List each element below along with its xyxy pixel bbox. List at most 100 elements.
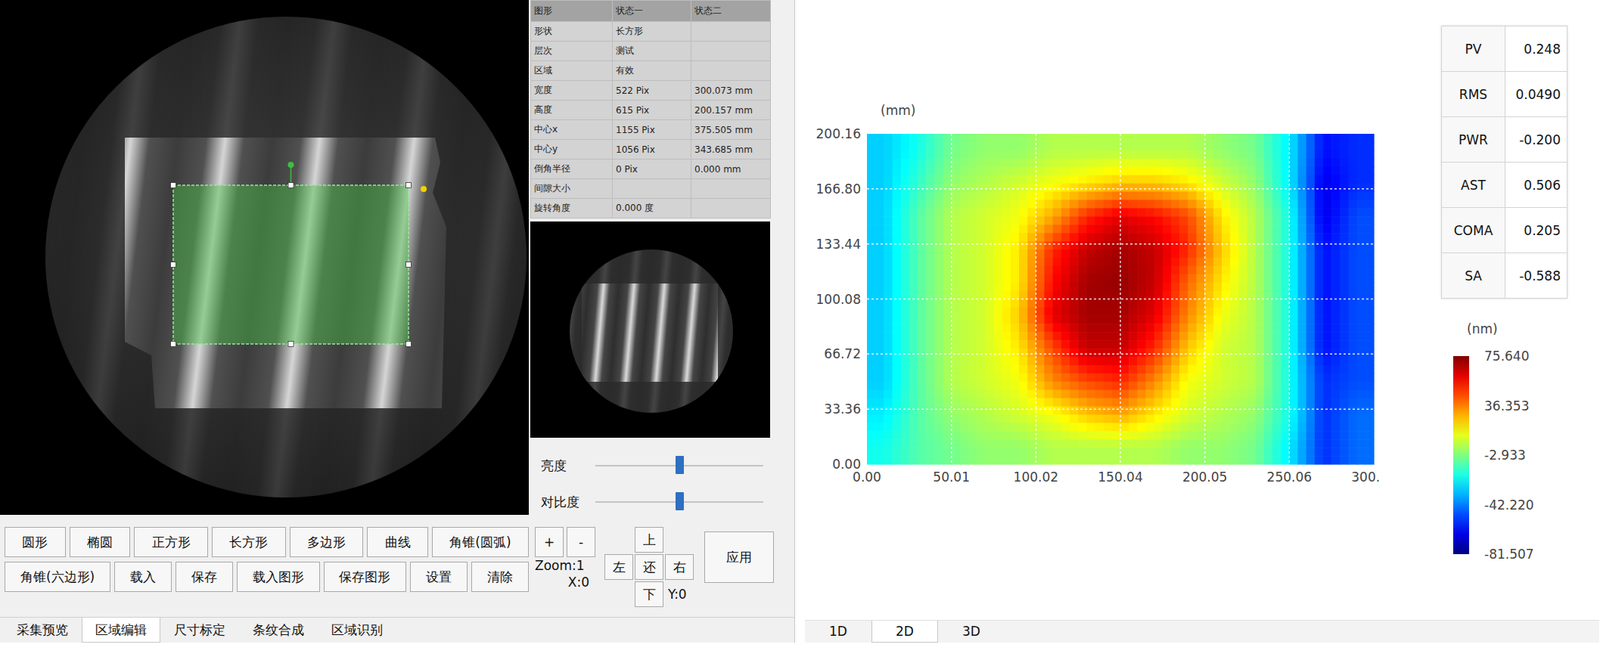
reset-button[interactable]: 还 <box>634 554 664 581</box>
tool-button[interactable]: 设置 <box>410 562 468 593</box>
resize-handle[interactable] <box>406 262 412 268</box>
tool-button[interactable]: 圆形 <box>4 527 66 558</box>
heatmap-cell <box>1120 365 1130 375</box>
side-panel: 图形状态一状态二形状长方形层次测试区域有效宽度522 Pix300.073 mm… <box>530 0 771 516</box>
heatmap-cell <box>1298 175 1308 185</box>
down-button[interactable]: 下 <box>634 581 664 608</box>
tool-button[interactable]: 载入 <box>114 562 172 593</box>
heatmap-cell <box>1348 241 1358 251</box>
right-button[interactable]: 右 <box>664 554 694 581</box>
resize-handle[interactable] <box>170 262 177 268</box>
heatmap-cell <box>1162 382 1172 392</box>
resize-handle[interactable] <box>170 341 177 348</box>
heatmap-cell <box>1053 282 1063 293</box>
tab[interactable]: 采集预览 <box>3 618 82 644</box>
heatmap-cell <box>1247 175 1257 185</box>
heatmap-cell <box>875 382 885 392</box>
heatmap-cell <box>1128 348 1138 358</box>
heatmap-cell <box>1137 142 1147 152</box>
resize-handle[interactable] <box>406 183 412 189</box>
heatmap-cell <box>1162 183 1172 193</box>
table-row[interactable]: 宽度522 Pix300.073 mm <box>531 80 771 101</box>
heatmap-cell <box>1264 332 1274 342</box>
slider-track[interactable] <box>595 465 764 467</box>
table-row[interactable]: 间隙大小 <box>531 179 771 199</box>
heatmap-cell <box>892 390 902 400</box>
table-row[interactable]: 形状长方形 <box>531 21 771 42</box>
tool-button[interactable]: 多边形 <box>289 527 364 558</box>
heatmap-cell <box>1128 216 1138 226</box>
heatmap-cell <box>1010 208 1020 218</box>
table-row[interactable]: 中心y1056 Pix343.685 mm <box>531 139 771 160</box>
table-row[interactable]: 区域有效 <box>531 61 771 81</box>
heatmap-cell <box>1112 241 1122 251</box>
zoom-out-button[interactable]: - <box>566 527 596 558</box>
heatmap-cell <box>1044 249 1054 259</box>
tool-button[interactable]: 载入图形 <box>236 562 320 593</box>
heatmap-cell <box>994 249 1004 259</box>
tool-button[interactable]: 角锥(六边形) <box>4 562 111 593</box>
zoom-in-button[interactable]: + <box>534 527 564 558</box>
apply-button[interactable]: 应用 <box>704 531 774 584</box>
anchor-dot[interactable] <box>420 186 427 193</box>
heatmap-cell <box>1120 299 1130 309</box>
heatmap-cell <box>1331 299 1341 309</box>
table-row[interactable]: 层次测试 <box>531 41 771 62</box>
heatmap-cell <box>1187 291 1197 301</box>
table-row[interactable]: 高度615 Pix200.157 mm <box>531 100 771 121</box>
heatmap-cell <box>1213 382 1223 392</box>
tool-button[interactable]: 曲线 <box>366 527 429 558</box>
heatmap-cell <box>1331 183 1341 193</box>
tool-button[interactable]: 保存 <box>175 562 234 593</box>
slider-thumb[interactable] <box>675 492 684 511</box>
resize-handle[interactable] <box>406 341 412 348</box>
heatmap-cell <box>968 282 978 293</box>
table-row[interactable]: 倒角半径0 Pix0.000 mm <box>531 159 771 180</box>
table-cell: 旋转角度 <box>531 198 613 219</box>
heatmap-cell <box>951 233 961 243</box>
heatmap-cell <box>1112 291 1122 301</box>
resize-handle[interactable] <box>288 341 294 348</box>
tool-button[interactable]: 正方形 <box>133 527 209 558</box>
heatmap-cell <box>1061 150 1071 160</box>
tool-button[interactable]: 长方形 <box>211 527 286 558</box>
table-row[interactable]: 中心x1155 Pix375.505 mm <box>531 120 771 140</box>
tab[interactable]: 尺寸标定 <box>160 618 240 644</box>
slider-track[interactable] <box>595 501 764 504</box>
heatmap-cell <box>1213 158 1223 168</box>
fringe-image[interactable] <box>0 0 529 516</box>
resize-handle[interactable] <box>288 183 294 189</box>
tool-button[interactable]: 椭圆 <box>69 527 131 558</box>
heatmap-cell <box>1187 307 1197 317</box>
up-button[interactable]: 上 <box>634 527 664 554</box>
heatmap-cell <box>1323 158 1333 168</box>
tab[interactable]: 区域编辑 <box>81 618 161 644</box>
heatmap-cell <box>925 274 936 284</box>
tool-button[interactable]: 角锥(圆弧) <box>431 527 529 558</box>
left-button[interactable]: 左 <box>604 554 634 581</box>
tool-button[interactable]: 清除 <box>471 562 529 593</box>
heatmap-cell <box>1078 167 1088 177</box>
heatmap-cell <box>1044 142 1054 152</box>
heatmap-cell <box>1348 340 1358 350</box>
heatmap-cell <box>1044 365 1054 375</box>
heatmap-cell <box>943 208 953 218</box>
slider-thumb[interactable] <box>675 456 684 475</box>
heatmap-cell <box>892 216 902 226</box>
heatmap-cell <box>951 357 961 367</box>
tab[interactable]: 条纹合成 <box>239 618 318 644</box>
tool-button[interactable]: 保存图形 <box>323 562 407 593</box>
shape-table: 图形状态一状态二形状长方形层次测试区域有效宽度522 Pix300.073 mm… <box>530 0 771 219</box>
resize-handle[interactable] <box>170 183 177 189</box>
heatmap-cell <box>1103 257 1113 268</box>
heatmap-cell <box>1053 357 1063 367</box>
heatmap-cell <box>1314 199 1324 209</box>
heatmap-cell <box>1010 348 1020 358</box>
heatmap-cell <box>1146 282 1156 293</box>
table-row[interactable]: 旋转角度0.000 度 <box>531 198 771 219</box>
rotate-handle[interactable] <box>288 161 295 168</box>
heatmap-cell <box>976 216 986 226</box>
tab[interactable]: 区域识别 <box>317 618 397 644</box>
selection-rect[interactable] <box>173 185 409 345</box>
heatmap-cell <box>1035 133 1045 143</box>
